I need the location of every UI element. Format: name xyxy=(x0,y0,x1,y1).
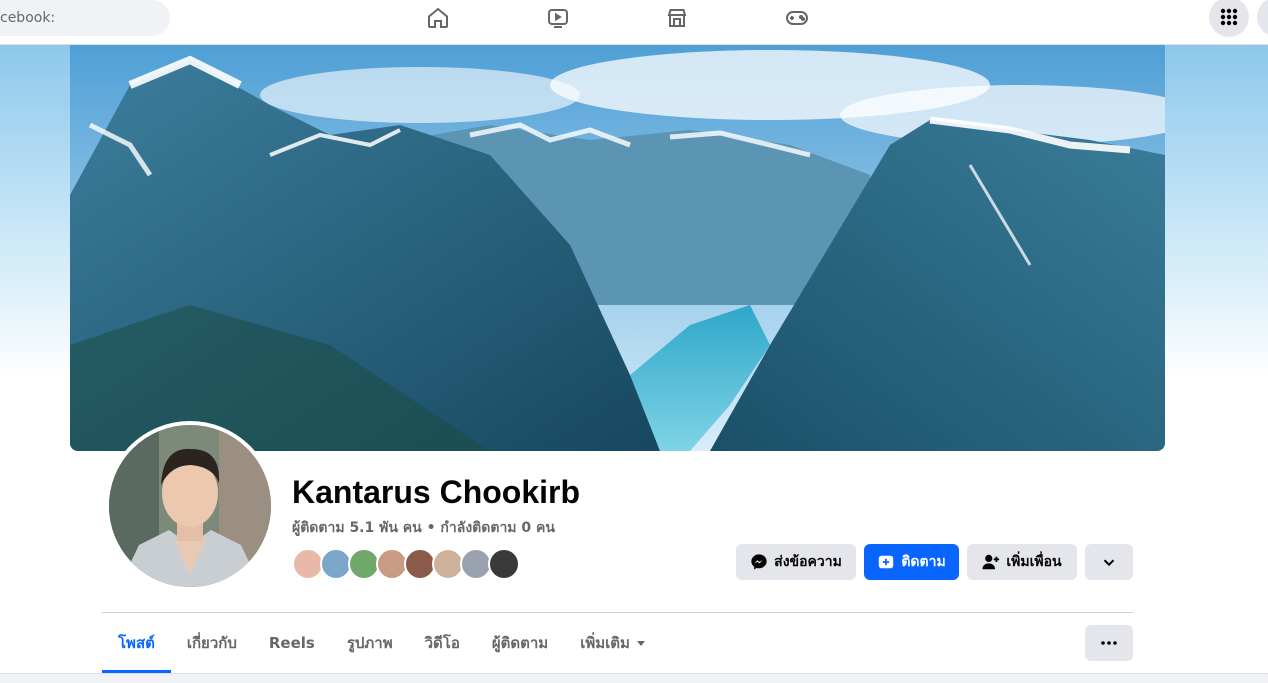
search-input[interactable]: cebook: xyxy=(0,0,170,36)
caret-down-icon xyxy=(636,641,645,646)
messenger-icon xyxy=(751,554,767,570)
tab-posts[interactable]: โพสต์ xyxy=(102,613,171,673)
tab-reels[interactable]: Reels xyxy=(253,613,331,673)
tab-videos[interactable]: วิดีโอ xyxy=(409,613,476,673)
profile-name: Kantarus Chookirb xyxy=(292,474,581,510)
feed-background xyxy=(0,673,1268,683)
video-icon[interactable] xyxy=(543,4,573,32)
tab-posts-label: โพสต์ xyxy=(118,634,155,652)
send-message-label: ส่งข้อความ xyxy=(774,554,842,570)
tab-followers-label: ผู้ติดตาม xyxy=(491,634,549,652)
add-friend-label: เพิ่มเพื่อน xyxy=(1006,554,1062,570)
add-friend-icon xyxy=(982,554,1000,570)
follow-label: ติดตาม xyxy=(901,554,946,570)
tab-reels-label: Reels xyxy=(268,634,315,652)
top-navigation-bar: cebook: xyxy=(0,0,1268,45)
follower-stats[interactable]: ผู้ติดตาม 5.1 พัน คน • กำลังติดตาม 0 คน xyxy=(292,517,555,539)
chevron-down-icon xyxy=(1103,559,1115,567)
marketplace-icon[interactable] xyxy=(662,4,692,32)
cover-photo[interactable] xyxy=(70,45,1165,451)
profile-options-button[interactable] xyxy=(1085,544,1133,580)
follow-button[interactable]: ติดตาม xyxy=(864,544,959,580)
tab-photos-label: รูปภาพ xyxy=(346,634,393,652)
tab-more[interactable]: เพิ่มเติม xyxy=(564,613,662,673)
add-friend-button[interactable]: เพิ่มเพื่อน xyxy=(967,544,1077,580)
follow-icon xyxy=(879,555,894,569)
gaming-icon[interactable] xyxy=(782,4,812,32)
menu-grid-icon[interactable] xyxy=(1209,0,1249,37)
messenger-button[interactable] xyxy=(1257,0,1268,37)
profile-tabs: โพสต์ เกี่ยวกับ Reels รูปภาพ วิดีโอ ผู้ต… xyxy=(102,613,662,673)
tab-followers[interactable]: ผู้ติดตาม xyxy=(476,613,564,673)
tab-about-label: เกี่ยวกับ xyxy=(186,634,237,652)
more-options-button[interactable] xyxy=(1085,625,1133,661)
follower-avatars xyxy=(292,548,520,580)
tab-photos[interactable]: รูปภาพ xyxy=(331,613,409,673)
tab-about[interactable]: เกี่ยวกับ xyxy=(171,613,253,673)
follower-avatar[interactable] xyxy=(488,548,520,580)
ellipsis-icon xyxy=(1101,641,1117,645)
profile-avatar[interactable] xyxy=(105,421,275,591)
home-icon[interactable] xyxy=(423,4,453,32)
tab-more-label: เพิ่มเติม xyxy=(580,634,630,652)
send-message-button[interactable]: ส่งข้อความ xyxy=(736,544,856,580)
tab-videos-label: วิดีโอ xyxy=(424,634,460,652)
